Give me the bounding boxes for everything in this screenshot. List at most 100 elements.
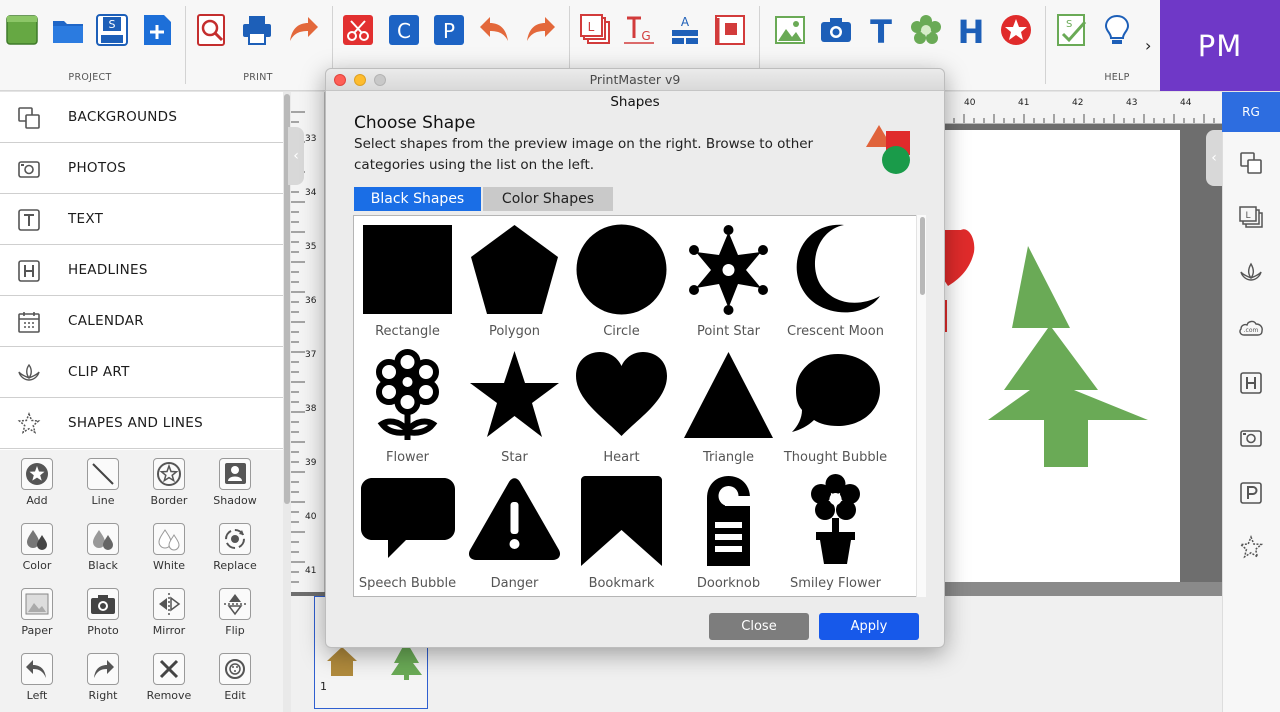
line-icon [87, 458, 119, 490]
tool-mirror[interactable]: Mirror [139, 588, 199, 648]
printer-icon[interactable] [240, 13, 274, 47]
text-guide-icon[interactable]: G [622, 13, 656, 47]
shape-label: Flower [385, 450, 430, 465]
layers-icon[interactable]: L [579, 13, 613, 47]
tool-paper[interactable]: Paper [7, 588, 67, 648]
category-calendar[interactable]: CALENDAR [0, 296, 283, 347]
insert-photo-icon[interactable] [819, 13, 853, 47]
new-project-icon[interactable] [5, 13, 39, 47]
shape-point-star[interactable]: Point Star [675, 216, 782, 342]
tool-replace[interactable]: Replace [205, 523, 265, 583]
tool-border[interactable]: Border [139, 458, 199, 518]
collapse-right-panel-chevron-icon[interactable]: ‹ [1206, 130, 1222, 186]
ruler-number: 40 [964, 98, 976, 108]
category-shapes-and-lines[interactable]: SHAPES AND LINES [0, 398, 283, 449]
tree-clipart[interactable] [940, 130, 1180, 582]
cut-icon[interactable] [341, 13, 375, 47]
shape-flower[interactable]: Flower [354, 342, 461, 468]
edit-icon [219, 653, 251, 685]
redo-icon[interactable] [523, 13, 557, 47]
shape-doorknob[interactable]: Doorknob [675, 468, 782, 594]
shape-thought-bubble[interactable]: Thought Bubble [782, 342, 889, 468]
shape-heart[interactable]: Heart [568, 342, 675, 468]
shape-triangle[interactable]: Triangle [675, 342, 782, 468]
apply-button[interactable]: Apply [819, 613, 919, 640]
shape-bookmark[interactable]: Bookmark [568, 468, 675, 594]
layers-icon[interactable]: L [1238, 205, 1264, 231]
insert-text-icon[interactable]: T [864, 13, 898, 47]
open-folder-icon[interactable] [51, 13, 85, 47]
paste-icon[interactable]: P [432, 13, 466, 47]
tool-flip[interactable]: Flip [205, 588, 265, 648]
insert-clipart-icon[interactable] [909, 13, 943, 47]
tool-rotate-left[interactable]: Left [7, 653, 67, 712]
left-panel-scrollbar[interactable] [283, 92, 291, 712]
design-page[interactable] [940, 130, 1180, 582]
close-button[interactable]: Close [709, 613, 809, 640]
tool-edit[interactable]: Edit [205, 653, 265, 712]
tab-black-shapes[interactable]: Black Shapes [354, 187, 481, 211]
star-outline-icon[interactable] [1238, 535, 1264, 561]
shape-grid-scrollbar[interactable] [916, 215, 926, 597]
send-arrow-icon[interactable] [286, 13, 320, 47]
right-panel-tab[interactable]: RG [1222, 92, 1280, 132]
headlines-icon[interactable] [1238, 370, 1264, 396]
shape-label: Crescent Moon [787, 324, 884, 339]
tool-label: Shadow [213, 494, 257, 507]
calendar-icon [17, 310, 41, 334]
tool-rotate-right[interactable]: Right [73, 653, 133, 712]
tool-add[interactable]: Add [7, 458, 67, 518]
tool-line[interactable]: Line [73, 458, 133, 518]
shape-rectangle[interactable]: Rectangle [354, 216, 461, 342]
category-headlines[interactable]: HEADLINES [0, 245, 283, 296]
star-shape-icon [470, 351, 559, 437]
insert-shape-icon[interactable] [999, 13, 1033, 47]
lotus-icon[interactable] [1238, 260, 1264, 286]
cloud-com-icon[interactable]: .com [1238, 315, 1264, 341]
save-icon[interactable]: S [95, 13, 129, 47]
collapse-left-panel-chevron-icon[interactable]: ‹ [288, 127, 304, 185]
toolbar-group-print: PRINT [243, 72, 273, 83]
ruler-number: 34 [305, 188, 317, 198]
shape-speech-bubble[interactable]: Speech Bubble [354, 468, 461, 594]
undo-icon[interactable] [478, 13, 512, 47]
shape-circle[interactable]: Circle [568, 216, 675, 342]
scrollbar-thumb[interactable] [920, 217, 925, 295]
shape-star[interactable]: Star [461, 342, 568, 468]
frame-icon[interactable] [713, 13, 747, 47]
category-clip-art[interactable]: CLIP ART [0, 347, 283, 398]
ruler-number: 35 [305, 242, 317, 252]
print-preview-icon[interactable] [195, 13, 229, 47]
spell-check-icon[interactable]: S [1055, 13, 1089, 47]
category-photos[interactable]: PHOTOS [0, 143, 283, 194]
tool-remove[interactable]: Remove [139, 653, 199, 712]
dialog-subtitle: Shapes [610, 94, 660, 110]
shape-smiley-flower[interactable]: Smiley Flower [782, 468, 889, 594]
lightbulb-icon[interactable] [1100, 13, 1134, 47]
backgrounds-icon[interactable] [1238, 150, 1264, 176]
potted-flower-shape-icon [811, 474, 860, 564]
tab-color-shapes[interactable]: Color Shapes [483, 187, 613, 211]
tool-white[interactable]: White [139, 523, 199, 583]
dialog-titlebar[interactable]: PrintMaster v9 [326, 69, 944, 91]
copy-icon[interactable]: C [387, 13, 421, 47]
toolbar-more-chevron-icon[interactable]: › [1145, 36, 1151, 55]
insert-image-icon[interactable] [773, 13, 807, 47]
tool-black[interactable]: Black [73, 523, 133, 583]
shape-polygon[interactable]: Polygon [461, 216, 568, 342]
category-backgrounds[interactable]: BACKGROUNDS [0, 92, 283, 143]
align-icon[interactable]: A [668, 13, 702, 47]
tool-color[interactable]: Color [7, 523, 67, 583]
page-number: 1 [320, 680, 327, 693]
tool-shadow[interactable]: Shadow [205, 458, 265, 518]
shape-danger[interactable]: Danger [461, 468, 568, 594]
insert-headline-icon[interactable]: H [954, 13, 988, 47]
app-badge[interactable]: PM [1160, 0, 1280, 91]
photos-icon[interactable] [1238, 425, 1264, 451]
printmaster-app: S C P L G A T H S PROJECT PRINT HELP › P… [0, 0, 1280, 712]
paste-p-icon[interactable] [1238, 480, 1264, 506]
category-text[interactable]: TEXT [0, 194, 283, 245]
add-page-icon[interactable] [140, 13, 174, 47]
tool-photo[interactable]: Photo [73, 588, 133, 648]
shape-crescent-moon[interactable]: Crescent Moon [782, 216, 889, 342]
